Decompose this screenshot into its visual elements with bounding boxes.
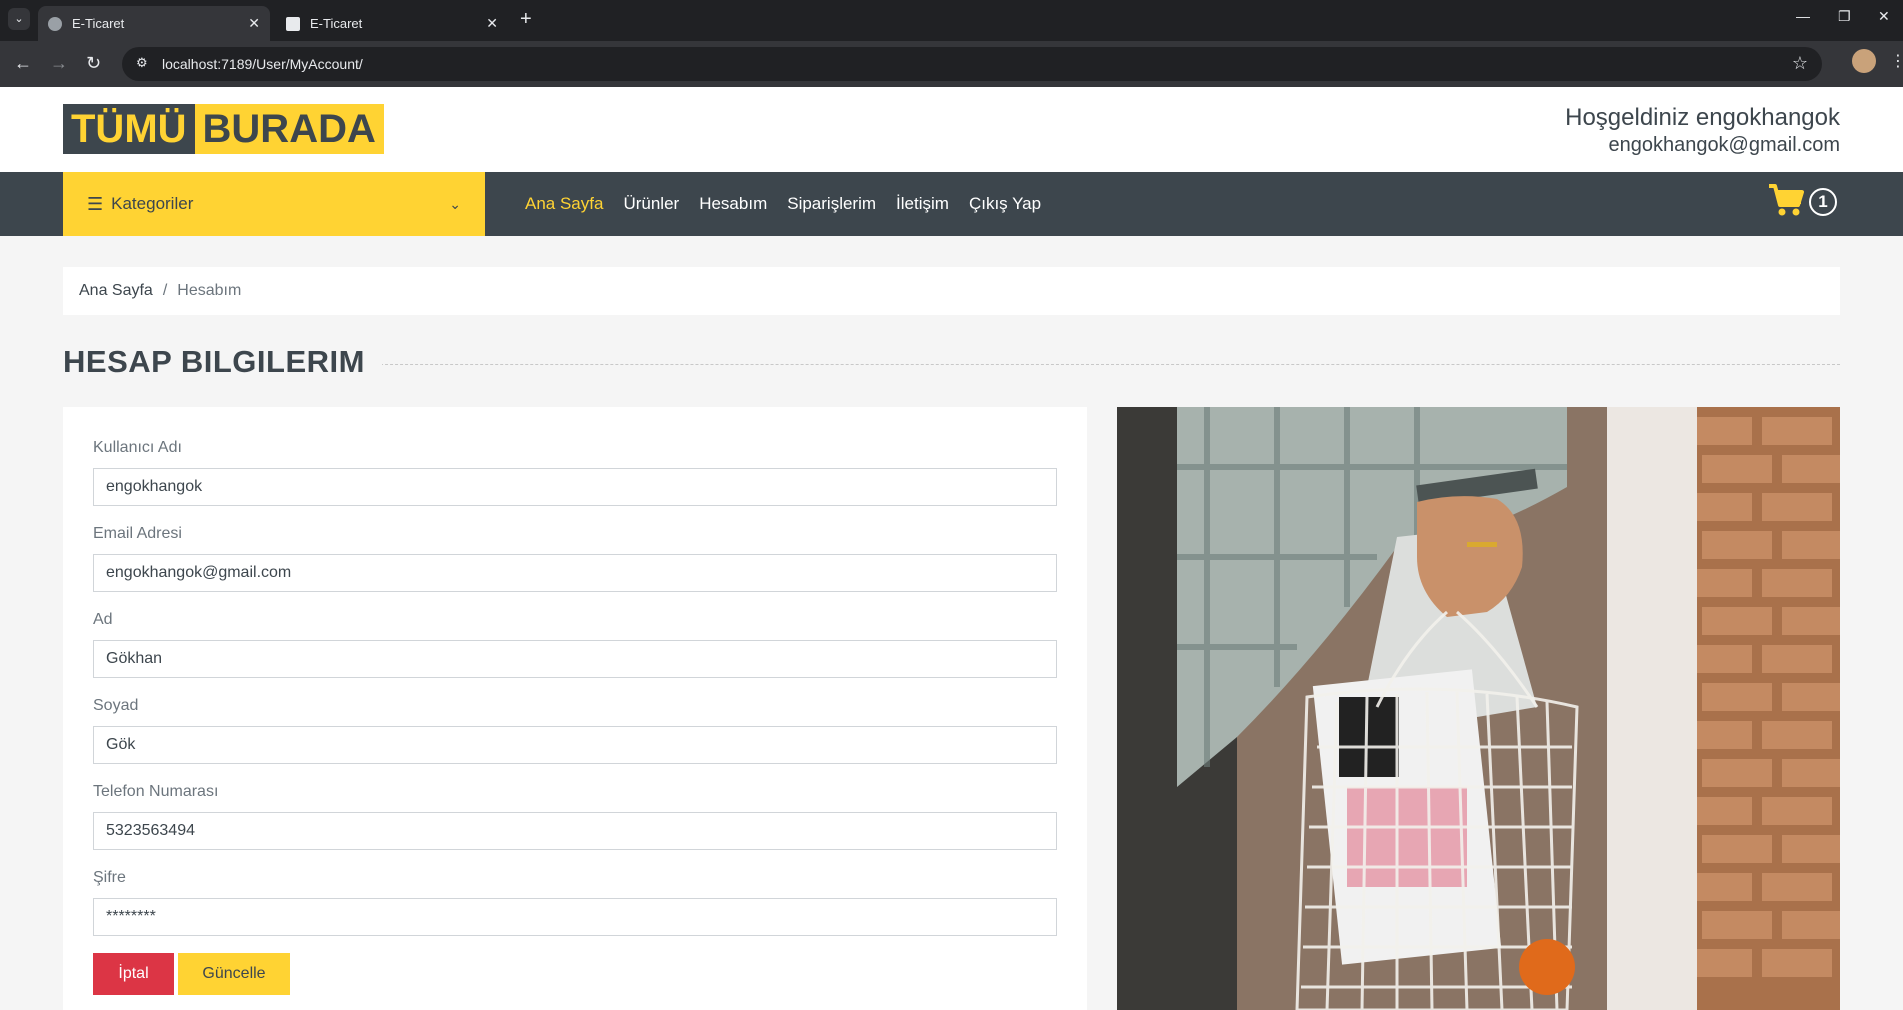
username-label: Kullanıcı Adı <box>93 439 182 456</box>
chevron-down-icon: ⌄ <box>449 195 461 212</box>
hamburger-icon: ☰ <box>87 193 104 214</box>
url-text: localhost:7189/User/MyAccount/ <box>162 56 363 72</box>
cancel-button[interactable]: İptal <box>93 953 174 995</box>
minimize-icon[interactable]: — <box>1796 8 1810 24</box>
phone-input[interactable]: 5323563494 <box>93 812 1057 850</box>
phone-label: Telefon Numarası <box>93 783 219 800</box>
tab-title: E-Ticaret <box>72 16 125 31</box>
new-tab-button[interactable]: + <box>520 8 532 31</box>
browser-tab-active[interactable]: E-Ticaret ✕ <box>38 6 270 41</box>
globe-icon <box>48 16 62 31</box>
browser-tab[interactable]: E-Ticaret ✕ <box>276 6 508 41</box>
password-input[interactable]: ******** <box>93 898 1057 936</box>
tab-title: E-Ticaret <box>310 16 363 31</box>
document-icon <box>286 16 300 31</box>
welcome-text: Hoşgeldiniz engokhangok <box>1565 104 1840 131</box>
nav-menu: Ana Sayfa Ürünler Hesabım Siparişlerim İ… <box>525 172 1061 236</box>
cart-count-badge: 1 <box>1809 188 1837 216</box>
profile-avatar[interactable] <box>1852 49 1876 73</box>
site-info-icon[interactable]: ⚙ <box>136 55 148 71</box>
breadcrumb-home-link[interactable]: Ana Sayfa <box>79 282 153 300</box>
cart-button[interactable]: 1 <box>1767 183 1837 217</box>
tab-search-button[interactable]: ⌄ <box>8 8 30 30</box>
section-divider <box>360 364 1840 365</box>
forward-icon[interactable]: → <box>50 53 68 74</box>
username-input[interactable]: engokhangok <box>93 468 1057 506</box>
window-close-icon[interactable]: ✕ <box>1878 8 1890 25</box>
nav-item-contact[interactable]: İletişim <box>896 194 949 214</box>
browser-menu-icon[interactable]: ⋮ <box>1890 51 1903 71</box>
breadcrumb: Ana Sayfa / Hesabım <box>63 267 1840 315</box>
restore-icon[interactable]: ❐ <box>1838 8 1851 25</box>
cart-icon <box>1769 184 1804 216</box>
last-name-label: Soyad <box>93 697 139 714</box>
nav-item-logout[interactable]: Çıkış Yap <box>969 194 1041 214</box>
nav-item-orders[interactable]: Siparişlerim <box>787 194 876 214</box>
reload-icon[interactable]: ↻ <box>86 53 101 74</box>
browser-toolbar: ← → ↻ ⚙ localhost:7189/User/MyAccount/ ☆… <box>0 41 1903 87</box>
breadcrumb-separator: / <box>162 282 168 299</box>
update-button[interactable]: Güncelle <box>178 953 290 995</box>
photo-illustration <box>1117 407 1840 1010</box>
first-name-label: Ad <box>93 611 113 628</box>
welcome-block: Hoşgeldiniz engokhangok engokhangok@gmai… <box>1565 104 1840 157</box>
logo-part1: TÜMÜ <box>63 104 195 154</box>
email-input[interactable]: engokhangok@gmail.com <box>93 554 1057 592</box>
shopping-bag-photo <box>1117 407 1840 1010</box>
site-logo[interactable]: TÜMÜ BURADA <box>63 104 384 154</box>
logo-part2: BURADA <box>194 104 384 154</box>
user-email: engokhangok@gmail.com <box>1608 134 1840 156</box>
bookmark-star-icon[interactable]: ☆ <box>1792 53 1808 74</box>
nav-item-home[interactable]: Ana Sayfa <box>525 194 603 214</box>
email-label: Email Adresi <box>93 525 182 542</box>
close-icon[interactable]: ✕ <box>248 15 260 32</box>
first-name-input[interactable]: Gökhan <box>93 640 1057 678</box>
browser-tab-bar: ⌄ E-Ticaret ✕ E-Ticaret ✕ + — ❐ ✕ <box>0 0 1903 41</box>
nav-item-products[interactable]: Ürünler <box>623 194 679 214</box>
breadcrumb-current: Hesabım <box>177 282 242 299</box>
last-name-input[interactable]: Gök <box>93 726 1057 764</box>
categories-dropdown[interactable]: ☰ Kategoriler ⌄ <box>63 172 485 236</box>
nav-item-account[interactable]: Hesabım <box>699 194 767 214</box>
password-label: Şifre <box>93 869 126 886</box>
back-icon[interactable]: ← <box>14 53 32 74</box>
address-bar[interactable]: ⚙ localhost:7189/User/MyAccount/ ☆ <box>122 47 1822 81</box>
close-icon[interactable]: ✕ <box>486 15 498 32</box>
categories-label: Kategoriler <box>111 194 194 213</box>
page-title: HESAP BILGILERIM <box>63 344 382 380</box>
